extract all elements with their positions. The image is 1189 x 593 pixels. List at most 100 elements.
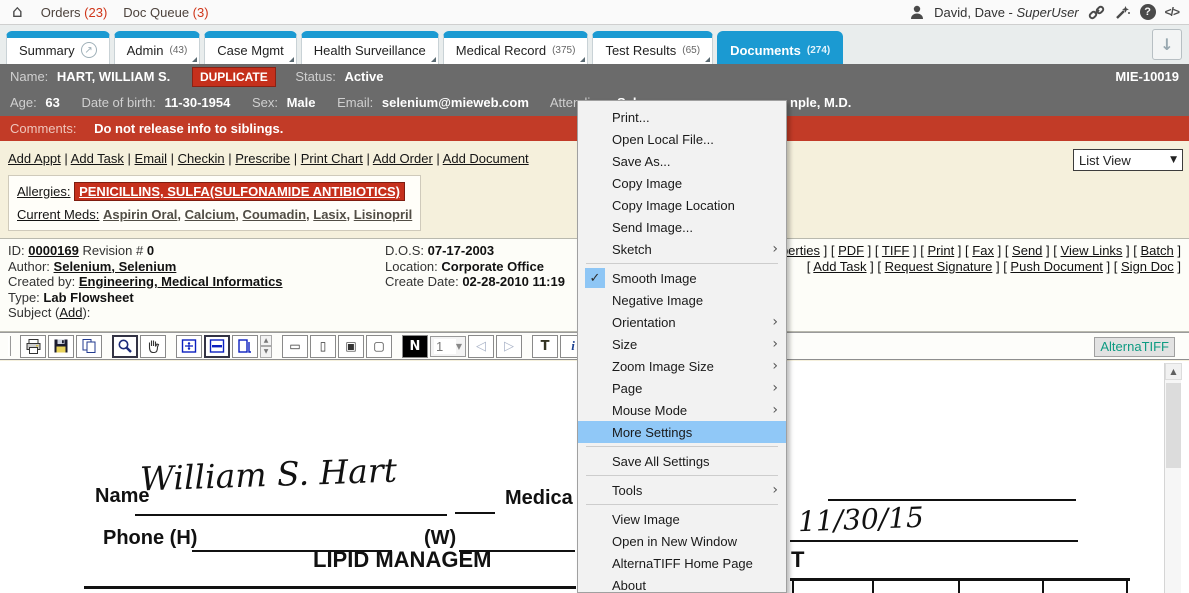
help-icon[interactable]: ?	[1140, 4, 1156, 20]
menu-item-save-as[interactable]: Save As...	[578, 150, 786, 172]
menu-item-about[interactable]: About	[578, 574, 786, 593]
print-link[interactable]: Print	[927, 243, 954, 258]
pan-hand-icon[interactable]	[140, 335, 166, 358]
push-document-link[interactable]: Push Document	[1010, 259, 1103, 274]
add-task-doc-link[interactable]: Add Task	[813, 259, 866, 274]
view-mode-select[interactable]: List View ▼	[1073, 149, 1183, 171]
send-link[interactable]: Send	[1012, 243, 1042, 258]
code-icon[interactable]: </>	[1165, 5, 1179, 19]
menu-item-save-all-settings[interactable]: Save All Settings	[578, 450, 786, 472]
menu-item-print[interactable]: Print...	[578, 106, 786, 128]
tab-case-mgmt[interactable]: Case Mgmt	[204, 31, 296, 64]
form-lipid-title-left: LIPID MANAGEM	[313, 547, 491, 573]
bracket: ]	[1042, 243, 1049, 258]
view-links-link[interactable]: View Links	[1061, 243, 1123, 258]
alternatiff-brand-button[interactable]: AlternaTIFF	[1094, 337, 1175, 357]
med-link[interactable]: Lisinopril	[354, 207, 413, 222]
popout-icon[interactable]: ↗	[81, 42, 97, 58]
menu-item-open-local-file[interactable]: Open Local File...	[578, 128, 786, 150]
menu-item-send-image[interactable]: Send Image...	[578, 216, 786, 238]
batch-link[interactable]: Batch	[1141, 243, 1174, 258]
add-order-link[interactable]: Add Order	[373, 151, 433, 166]
tab-overflow-button[interactable]: ↓	[1152, 29, 1182, 60]
prev-page-icon[interactable]: ◁	[468, 335, 494, 358]
menu-item-copy-image-location[interactable]: Copy Image Location	[578, 194, 786, 216]
add-task-link[interactable]: Add Task	[71, 151, 124, 166]
fit-height-icon[interactable]	[232, 335, 258, 358]
tab-menu-corner-icon	[431, 57, 436, 62]
med-link[interactable]: Coumadin	[242, 207, 306, 222]
menu-item-negative-image[interactable]: Negative Image	[578, 289, 786, 311]
menu-item-view-image[interactable]: View Image	[578, 508, 786, 530]
rotate-page-icon[interactable]: ▭	[282, 335, 308, 358]
page-number-select[interactable]: 1▼	[430, 336, 466, 357]
printer-icon[interactable]	[20, 335, 46, 358]
pdf-link[interactable]: PDF	[838, 243, 864, 258]
tab-documents[interactable]: Documents(274)	[717, 31, 843, 64]
author-link[interactable]: Selenium, Selenium	[54, 259, 177, 274]
save-icon[interactable]	[48, 335, 74, 358]
menu-item-open-in-new-window[interactable]: Open in New Window	[578, 530, 786, 552]
copy-icon[interactable]	[76, 335, 102, 358]
scrollbar-thumb[interactable]	[1166, 383, 1181, 468]
print-chart-link[interactable]: Print Chart	[301, 151, 363, 166]
spin-up-icon[interactable]: ▲	[260, 335, 272, 347]
page-multi-icon[interactable]: ▣	[338, 335, 364, 358]
zoom-icon[interactable]	[112, 335, 138, 358]
menu-item-copy-image[interactable]: Copy Image	[578, 172, 786, 194]
checkin-link[interactable]: Checkin	[178, 151, 225, 166]
fax-link[interactable]: Fax	[972, 243, 994, 258]
vertical-scrollbar[interactable]: ▲	[1164, 363, 1181, 593]
tab-summary[interactable]: Summary↗	[6, 31, 110, 64]
toolbar-gripper[interactable]	[8, 336, 11, 356]
tab-test-results[interactable]: Test Results(65)	[592, 31, 713, 64]
menu-item-alternatiff-home-page[interactable]: AlternaTIFF Home Page	[578, 552, 786, 574]
menu-item-size[interactable]: Size›	[578, 333, 786, 355]
request-signature-link[interactable]: Request Signature	[885, 259, 993, 274]
tab-medical-record[interactable]: Medical Record(375)	[443, 31, 589, 64]
page-small-glyph: ▭	[289, 339, 300, 353]
med-link[interactable]: Lasix	[313, 207, 346, 222]
prescribe-link[interactable]: Prescribe	[235, 151, 290, 166]
med-link[interactable]: Aspirin Oral	[103, 207, 177, 222]
orders-link[interactable]: Orders (23)	[41, 5, 107, 20]
menu-item-more-settings[interactable]: More Settings	[578, 421, 786, 443]
tiff-link[interactable]: TIFF	[882, 243, 909, 258]
spin-down-icon[interactable]: ▼	[260, 346, 272, 358]
created-by-link[interactable]: Engineering, Medical Informatics	[79, 274, 283, 289]
email-link[interactable]: Email	[135, 151, 168, 166]
home-icon[interactable]: ⌂	[12, 4, 23, 21]
menu-item-zoom-image-size[interactable]: Zoom Image Size›	[578, 355, 786, 377]
tab-admin[interactable]: Admin(43)	[114, 31, 201, 64]
fit-window-icon[interactable]	[176, 335, 202, 358]
menu-item-tools[interactable]: Tools›	[578, 479, 786, 501]
magic-wand-icon[interactable]	[1114, 4, 1131, 21]
duplicate-badge[interactable]: DUPLICATE	[192, 67, 276, 87]
med-link[interactable]: Calcium	[185, 207, 236, 222]
menu-item-sketch[interactable]: Sketch›	[578, 238, 786, 260]
doc-id-link[interactable]: 0000169	[28, 243, 79, 258]
menu-item-page[interactable]: Page›	[578, 377, 786, 399]
fit-width-icon[interactable]	[204, 335, 230, 358]
menu-item-mouse-mode[interactable]: Mouse Mode›	[578, 399, 786, 421]
subject-add-link[interactable]: Add	[59, 305, 82, 320]
add-document-link[interactable]: Add Document	[443, 151, 529, 166]
current-meds-link[interactable]: Current Meds:	[17, 207, 99, 222]
text-annotation-icon[interactable]: T	[532, 335, 558, 358]
tab-health-surveillance[interactable]: Health Surveillance	[301, 31, 439, 64]
sign-doc-link[interactable]: Sign Doc	[1121, 259, 1174, 274]
menu-item-smooth-image[interactable]: ✓Smooth Image	[578, 267, 786, 289]
page-blank-icon[interactable]: ▢	[366, 335, 392, 358]
negative-icon[interactable]: N	[402, 335, 428, 358]
page-portrait-icon[interactable]: ▯	[310, 335, 336, 358]
current-user[interactable]: David, Dave - SuperUser	[934, 5, 1079, 20]
allergy-list[interactable]: PENICILLINS, SULFA(SULFONAMIDE ANTIBIOTI…	[74, 182, 405, 201]
page-spinner[interactable]: ▲▼	[260, 335, 272, 358]
scroll-up-icon[interactable]: ▲	[1165, 363, 1182, 380]
doc-queue-link[interactable]: Doc Queue (3)	[123, 5, 208, 20]
allergies-link[interactable]: Allergies:	[17, 184, 70, 199]
menu-item-orientation[interactable]: Orientation›	[578, 311, 786, 333]
add-appt-link[interactable]: Add Appt	[8, 151, 61, 166]
link-icon[interactable]	[1088, 4, 1105, 21]
next-page-icon[interactable]: ▷	[496, 335, 522, 358]
